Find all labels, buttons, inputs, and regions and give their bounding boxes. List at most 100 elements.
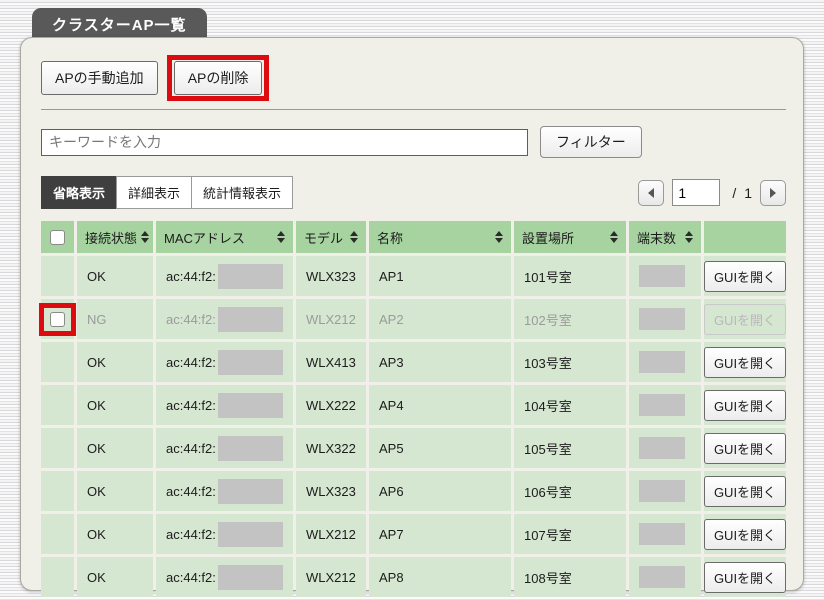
select-all-cell xyxy=(41,221,74,253)
table-row: OK ac:44:f2: WLX413 AP3 103号室 GUIを開く xyxy=(41,342,786,382)
gui-open-button[interactable]: GUIを開く xyxy=(704,390,786,421)
row-select-cell xyxy=(41,256,74,296)
table-row: OK ac:44:f2: WLX323 AP1 101号室 GUIを開く xyxy=(41,256,786,296)
mac-cell: ac:44:f2: xyxy=(156,299,293,339)
status-cell: NG xyxy=(77,299,153,339)
checkbox-highlight-box xyxy=(39,303,76,336)
redacted-terminal-count xyxy=(639,394,685,416)
table-body: OK ac:44:f2: WLX323 AP1 101号室 GUIを開く NG xyxy=(41,256,786,597)
model-cell: WLX323 xyxy=(296,256,366,296)
location-cell: 101号室 xyxy=(514,256,626,296)
status-cell: OK xyxy=(77,428,153,468)
gui-open-button[interactable]: GUIを開く xyxy=(704,347,786,378)
column-header-location[interactable]: 設置場所 xyxy=(514,221,626,253)
location-cell: 102号室 xyxy=(514,299,626,339)
page-number-input[interactable] xyxy=(672,179,720,206)
terminal-count-cell xyxy=(629,471,701,511)
right-arrow-icon xyxy=(770,188,776,198)
name-cell: AP6 xyxy=(369,471,511,511)
row-select-cell xyxy=(41,471,74,511)
sort-icon xyxy=(141,231,149,243)
name-cell: AP8 xyxy=(369,557,511,597)
redacted-terminal-count xyxy=(639,480,685,502)
sort-icon xyxy=(495,231,503,243)
name-cell: AP1 xyxy=(369,256,511,296)
redacted-mac-value xyxy=(218,479,283,504)
toolbar: APの手動追加 APの削除 xyxy=(41,58,786,98)
row-select-cell xyxy=(41,514,74,554)
mac-cell: ac:44:f2: xyxy=(156,557,293,597)
tab-stats-view[interactable]: 統計情報表示 xyxy=(191,176,293,209)
sort-icon xyxy=(350,231,358,243)
terminal-count-cell xyxy=(629,428,701,468)
sort-icon xyxy=(277,231,285,243)
page-separator: / xyxy=(732,185,736,201)
tab-summary-view[interactable]: 省略表示 xyxy=(41,176,117,209)
mac-cell: ac:44:f2: xyxy=(156,256,293,296)
delete-ap-button[interactable]: APの削除 xyxy=(174,61,263,95)
terminal-count-cell xyxy=(629,514,701,554)
gui-open-button[interactable]: GUIを開く xyxy=(704,261,786,292)
redacted-mac-value xyxy=(218,307,283,332)
toolbar-divider xyxy=(41,109,786,110)
redacted-mac-value xyxy=(218,436,283,461)
column-header-mac[interactable]: MACアドレス xyxy=(156,221,293,253)
gui-open-button[interactable]: GUIを開く xyxy=(704,304,786,335)
delete-highlight-box: APの削除 xyxy=(167,55,270,101)
column-header-status[interactable]: 接続状態 xyxy=(77,221,153,253)
next-page-button[interactable] xyxy=(760,180,786,206)
row-select-cell xyxy=(41,342,74,382)
terminal-count-cell xyxy=(629,256,701,296)
name-cell: AP2 xyxy=(369,299,511,339)
add-ap-button[interactable]: APの手動追加 xyxy=(41,61,158,95)
pagination: / 1 xyxy=(638,179,786,206)
sort-icon xyxy=(610,231,618,243)
row-select-cell xyxy=(41,385,74,425)
gui-button-cell: GUIを開く xyxy=(704,428,786,468)
table-header-row: 接続状態 MACアドレス モデル 名称 設置場所 端末数 xyxy=(41,221,786,253)
redacted-mac-value xyxy=(218,264,283,289)
view-tabs: 省略表示 詳細表示 統計情報表示 xyxy=(41,176,293,209)
tabs-row: 省略表示 詳細表示 統計情報表示 / 1 xyxy=(41,176,786,209)
select-all-checkbox[interactable] xyxy=(50,230,65,245)
ap-table: 接続状態 MACアドレス モデル 名称 設置場所 端末数 xyxy=(41,221,786,597)
status-cell: OK xyxy=(77,557,153,597)
name-cell: AP5 xyxy=(369,428,511,468)
name-cell: AP4 xyxy=(369,385,511,425)
gui-button-cell: GUIを開く xyxy=(704,342,786,382)
gui-open-button[interactable]: GUIを開く xyxy=(704,562,786,593)
row-checkbox[interactable] xyxy=(50,312,65,327)
prev-page-button[interactable] xyxy=(638,180,664,206)
column-header-name[interactable]: 名称 xyxy=(369,221,511,253)
tab-detail-view[interactable]: 詳細表示 xyxy=(116,176,192,209)
mac-cell: ac:44:f2: xyxy=(156,471,293,511)
keyword-input[interactable] xyxy=(41,129,528,156)
name-cell: AP3 xyxy=(369,342,511,382)
column-header-actions xyxy=(704,221,786,253)
gui-button-cell: GUIを開く xyxy=(704,256,786,296)
redacted-terminal-count xyxy=(639,566,685,588)
model-cell: WLX212 xyxy=(296,557,366,597)
gui-button-cell: GUIを開く xyxy=(704,471,786,511)
column-header-terminal-count[interactable]: 端末数 xyxy=(629,221,701,253)
redacted-mac-value xyxy=(218,565,283,590)
status-cell: OK xyxy=(77,385,153,425)
column-header-model[interactable]: モデル xyxy=(296,221,366,253)
mac-cell: ac:44:f2: xyxy=(156,514,293,554)
row-select-cell xyxy=(41,299,74,339)
table-row: OK ac:44:f2: WLX222 AP4 104号室 GUIを開く xyxy=(41,385,786,425)
redacted-terminal-count xyxy=(639,265,685,287)
terminal-count-cell xyxy=(629,342,701,382)
model-cell: WLX323 xyxy=(296,471,366,511)
gui-open-button[interactable]: GUIを開く xyxy=(704,476,786,507)
redacted-terminal-count xyxy=(639,437,685,459)
model-cell: WLX212 xyxy=(296,299,366,339)
gui-open-button[interactable]: GUIを開く xyxy=(704,433,786,464)
row-select-cell xyxy=(41,557,74,597)
name-cell: AP7 xyxy=(369,514,511,554)
filter-button[interactable]: フィルター xyxy=(540,126,642,158)
location-cell: 103号室 xyxy=(514,342,626,382)
gui-open-button[interactable]: GUIを開く xyxy=(704,519,786,550)
gui-button-cell: GUIを開く xyxy=(704,299,786,339)
sort-icon xyxy=(685,231,693,243)
